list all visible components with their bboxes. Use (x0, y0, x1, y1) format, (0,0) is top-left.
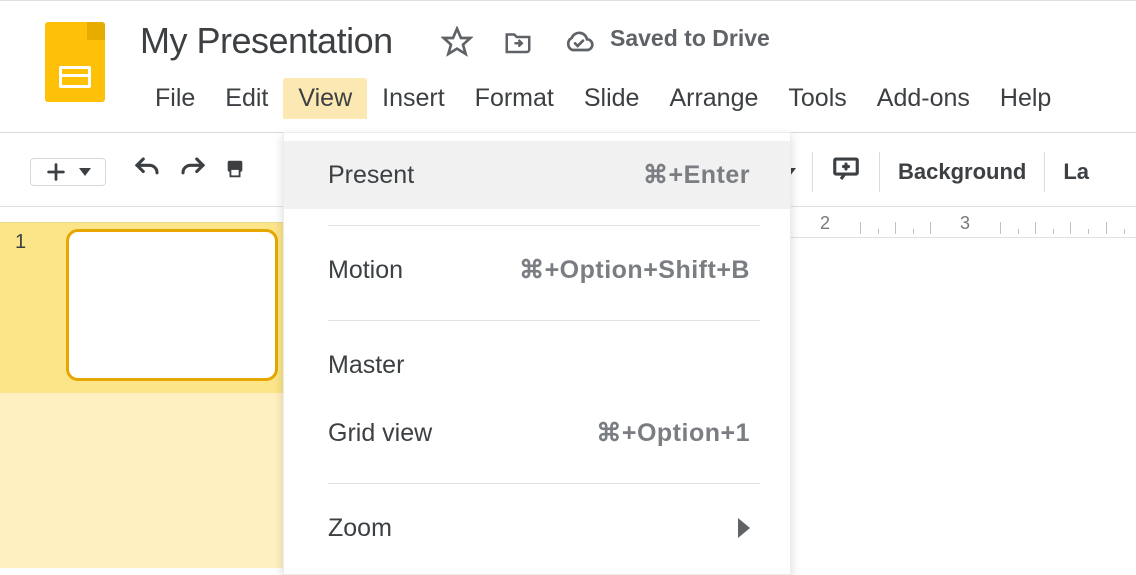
menu-item-shortcut: ⌘+Option+Shift+B (519, 255, 750, 285)
menu-separator (328, 483, 760, 484)
submenu-arrow-icon (738, 518, 750, 538)
menu-slide[interactable]: Slide (569, 78, 655, 119)
menu-item-shortcut: ⌘+Option+1 (596, 418, 750, 448)
star-icon[interactable] (441, 26, 473, 58)
menu-edit[interactable]: Edit (210, 78, 283, 119)
menu-tools[interactable]: Tools (773, 78, 861, 119)
menu-item-motion[interactable]: Motion ⌘+Option+Shift+B (284, 236, 790, 304)
toolbar-separator (1044, 152, 1045, 192)
layout-button-partial[interactable]: La (1055, 159, 1097, 185)
slides-logo (45, 22, 107, 104)
menu-separator (328, 225, 760, 226)
slide-thumbnail-selected[interactable]: 1 (0, 223, 290, 393)
title-bar: My Presentation Saved to Drive (0, 18, 1136, 66)
undo-button[interactable] (124, 154, 170, 190)
menu-item-label: Master (328, 351, 404, 380)
cloud-saved-icon (563, 26, 595, 58)
plus-icon (45, 161, 67, 183)
menu-item-present[interactable]: Present ⌘+Enter (284, 141, 790, 209)
menu-help[interactable]: Help (985, 78, 1066, 119)
slide-thumbnail[interactable] (66, 229, 278, 381)
menu-view[interactable]: View (283, 78, 367, 119)
menu-format[interactable]: Format (460, 78, 569, 119)
slide-panel: 1 (0, 222, 290, 568)
print-button[interactable] (216, 158, 254, 186)
menu-separator (328, 320, 760, 321)
redo-button[interactable] (170, 154, 216, 190)
horizontal-ruler: 2 3 (790, 206, 1136, 238)
toolbar-separator (812, 152, 813, 192)
document-title[interactable]: My Presentation (140, 20, 393, 62)
ruler-mark: 2 (820, 213, 830, 234)
background-button[interactable]: Background (890, 159, 1034, 185)
new-slide-button[interactable] (30, 158, 106, 186)
menu-addons[interactable]: Add-ons (862, 78, 985, 119)
menu-item-label: Zoom (328, 514, 392, 543)
ruler-mark: 3 (960, 213, 970, 234)
menu-item-zoom[interactable]: Zoom (284, 494, 790, 562)
slide-number: 1 (15, 231, 26, 254)
menu-item-label: Present (328, 161, 414, 190)
menu-file[interactable]: File (140, 78, 210, 119)
menu-insert[interactable]: Insert (367, 78, 460, 119)
save-status-text: Saved to Drive (610, 25, 770, 52)
chevron-down-icon (79, 168, 91, 176)
toolbar-separator (879, 152, 880, 192)
menubar: File Edit View Insert Format Slide Arran… (140, 78, 1066, 119)
menu-arrange[interactable]: Arrange (654, 78, 773, 119)
menu-item-label: Motion (328, 256, 403, 285)
window-top-hairline (0, 0, 1136, 1)
toolbar-divider-left (0, 206, 290, 207)
menu-item-master[interactable]: Master (284, 331, 790, 399)
add-comment-button[interactable] (823, 154, 869, 190)
move-folder-icon[interactable] (503, 27, 533, 57)
menu-item-grid-view[interactable]: Grid view ⌘+Option+1 (284, 399, 790, 467)
view-dropdown: Present ⌘+Enter Motion ⌘+Option+Shift+B … (283, 132, 791, 575)
menu-item-shortcut: ⌘+Enter (643, 160, 750, 190)
menu-item-label: Grid view (328, 419, 432, 448)
